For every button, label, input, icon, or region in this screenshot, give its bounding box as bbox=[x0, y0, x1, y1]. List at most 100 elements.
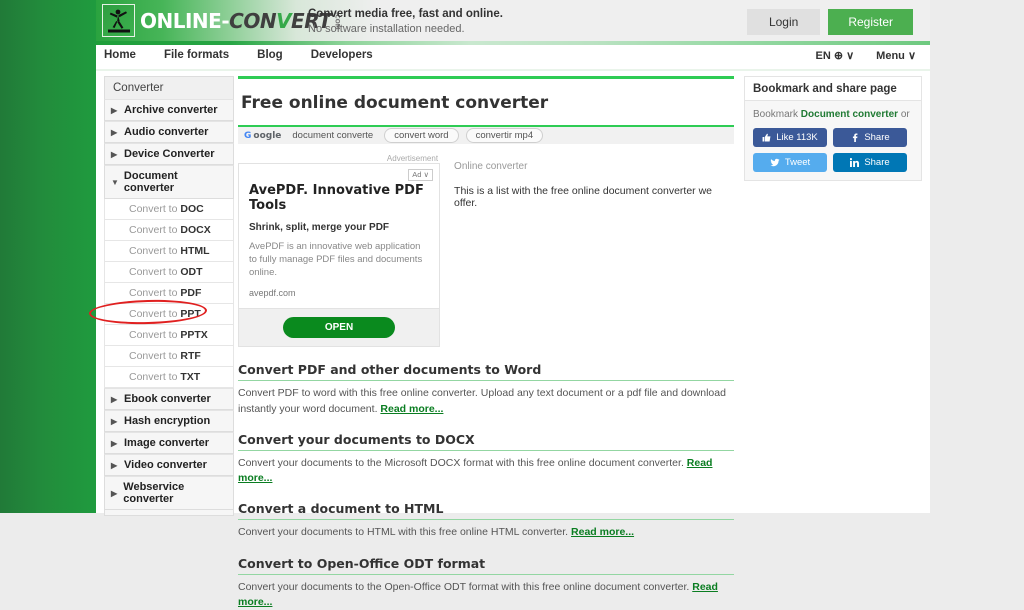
ad-open-button[interactable]: OPEN bbox=[282, 317, 396, 339]
subitem-format: RTF bbox=[180, 350, 201, 362]
section-body: Convert your documents to HTML with this… bbox=[238, 525, 734, 540]
linkedin-in-icon bbox=[850, 158, 860, 167]
facebook-share-button[interactable]: Share bbox=[833, 128, 907, 147]
sidebar-subitem-pptx[interactable]: Convert to PPTX bbox=[104, 325, 234, 346]
bookmark-prefix: Bookmark bbox=[753, 109, 801, 120]
share-buttons-grid: Like 113K Share Tweet Share bbox=[753, 128, 913, 172]
chevron-right-icon: ▶ bbox=[111, 416, 118, 426]
sidebar-subitem-docx[interactable]: Convert to DOCX bbox=[104, 220, 234, 241]
share-button-label: Share bbox=[864, 132, 890, 143]
subitem-format: PPTX bbox=[180, 329, 208, 341]
login-button[interactable]: Login bbox=[746, 9, 821, 35]
language-selector[interactable]: EN ⊕ ∨ bbox=[816, 49, 855, 62]
sidebar-item-label: Image converter bbox=[124, 437, 209, 449]
register-button[interactable]: Register bbox=[828, 9, 913, 35]
sidebar-footer-spacer bbox=[104, 510, 234, 516]
logo-dash: - bbox=[221, 8, 230, 33]
thumbs-up-icon bbox=[762, 133, 771, 142]
nav-item-developers[interactable]: Developers bbox=[311, 49, 373, 61]
right-gutter-background bbox=[930, 0, 1024, 513]
sidebar-item-label: Device Converter bbox=[124, 148, 215, 160]
menu-dropdown[interactable]: Menu ∨ bbox=[876, 49, 916, 62]
share-button-label: Tweet bbox=[784, 157, 811, 168]
sidebar-subitem-doc[interactable]: Convert to DOC bbox=[104, 199, 234, 220]
subitem-prefix: Convert to bbox=[129, 371, 181, 383]
sidebar-item-archive-converter[interactable]: ▶ Archive converter bbox=[104, 99, 234, 121]
ad-title[interactable]: AvePDF. Innovative PDF Tools bbox=[249, 183, 429, 213]
linkedin-share-button[interactable]: Share bbox=[833, 153, 907, 172]
section-body: Convert your documents to the Open-Offic… bbox=[238, 580, 734, 610]
search-pill-convert-word[interactable]: convert word bbox=[384, 128, 459, 143]
section-convert-to-html: Convert a document to HTML Convert your … bbox=[238, 501, 734, 540]
section-body: Convert PDF to word with this free onlin… bbox=[238, 386, 734, 416]
nav-item-home[interactable]: Home bbox=[104, 49, 136, 61]
share-button-label: Like 113K bbox=[776, 132, 818, 143]
section-heading: Convert PDF and other documents to Word bbox=[238, 362, 542, 378]
site-logo[interactable]: ONLINE - CON V ERT .COM bbox=[102, 4, 340, 37]
subitem-prefix: Convert to bbox=[129, 224, 181, 236]
chevron-down-icon: ▼ bbox=[111, 177, 119, 187]
sidebar-item-image-converter[interactable]: ▶ Image converter bbox=[104, 432, 234, 454]
chevron-right-icon: ▶ bbox=[111, 394, 118, 404]
chevron-right-icon: ▶ bbox=[111, 460, 118, 470]
subitem-prefix: Convert to bbox=[129, 287, 181, 299]
logo-v: V bbox=[276, 8, 292, 33]
intro-text-block: Online converter This is a list with the… bbox=[454, 154, 734, 347]
subitem-prefix: Convert to bbox=[129, 308, 181, 320]
section-heading: Convert to Open-Office ODT format bbox=[238, 555, 486, 571]
advertisement-label: Advertisement bbox=[386, 154, 439, 163]
sidebar-item-document-converter[interactable]: ▼ Document converter bbox=[104, 165, 234, 199]
chevron-right-icon: ▶ bbox=[111, 438, 118, 448]
section-divider bbox=[238, 380, 734, 382]
sidebar-subitem-ppt[interactable]: Convert to PPT bbox=[88, 298, 234, 326]
subitem-prefix: Convert to bbox=[129, 266, 181, 278]
nav-item-blog[interactable]: Blog bbox=[257, 49, 283, 61]
bookmark-line: Bookmark Document converter or bbox=[753, 109, 913, 120]
advertisement-card: Advertisement Ad ∨ AvePDF. Innovative PD… bbox=[238, 154, 441, 348]
google-logo-icon: Google bbox=[244, 131, 281, 141]
sidebar-item-label: Video converter bbox=[124, 459, 207, 471]
sidebar-subitem-txt[interactable]: Convert to TXT bbox=[104, 367, 234, 388]
chevron-right-icon: ▶ bbox=[111, 127, 118, 137]
twitter-tweet-button[interactable]: Tweet bbox=[753, 153, 827, 172]
facebook-like-button[interactable]: Like 113K bbox=[753, 128, 827, 147]
section-body-text: Convert PDF to word with this free onlin… bbox=[238, 387, 726, 415]
ad-body-box[interactable]: Ad ∨ AvePDF. Innovative PDF Tools Shrink… bbox=[238, 163, 441, 310]
read-more-link[interactable]: Read more... bbox=[571, 526, 634, 538]
sidebar-subitem-html[interactable]: Convert to HTML bbox=[104, 241, 234, 262]
nav-right-group: EN ⊕ ∨ Menu ∨ bbox=[816, 49, 917, 62]
tagline-secondary: No software installation needed. bbox=[308, 23, 465, 35]
sidebar-item-label: Hash encryption bbox=[124, 415, 211, 427]
page-container: ONLINE - CON V ERT .COM Convert media free, f… bbox=[88, 0, 930, 608]
sidebar-subitem-rtf[interactable]: Convert to RTF bbox=[104, 346, 234, 367]
intro-text: This is a list with the free online docu… bbox=[454, 185, 712, 209]
sidebar-subitem-odt[interactable]: Convert to ODT bbox=[104, 262, 234, 283]
subitem-prefix: Convert to bbox=[129, 203, 181, 215]
sidebar-item-video-converter[interactable]: ▶ Video converter bbox=[104, 454, 234, 476]
logo-online: ONLINE bbox=[140, 8, 222, 33]
search-pill-convertir-mp4[interactable]: convertir mp4 bbox=[465, 128, 544, 143]
read-more-link[interactable]: Read more... bbox=[380, 403, 443, 415]
left-green-background bbox=[0, 0, 96, 513]
section-convert-to-word: Convert PDF and other documents to Word … bbox=[238, 362, 734, 416]
sidebar-item-device-converter[interactable]: ▶ Device Converter bbox=[104, 143, 234, 165]
nav-item-file-formats[interactable]: File formats bbox=[164, 49, 229, 61]
logo-con: CON bbox=[229, 8, 277, 33]
section-body-text: Convert your documents to the Microsoft … bbox=[238, 456, 687, 469]
bookmark-link[interactable]: Document converter bbox=[801, 109, 898, 120]
sidebar-subitem-pdf[interactable]: Convert to PDF bbox=[104, 283, 234, 304]
right-column: Bookmark and share page Bookmark Documen… bbox=[744, 76, 922, 181]
google-search-suggestions-bar: Google document converte convert word co… bbox=[238, 127, 734, 144]
ad-choices-badge[interactable]: Ad ∨ bbox=[408, 169, 434, 181]
sidebar-item-hash-encryption[interactable]: ▶ Hash encryption bbox=[104, 410, 234, 432]
ad-url[interactable]: avepdf.com bbox=[249, 288, 429, 298]
sidebar-item-audio-converter[interactable]: ▶ Audio converter bbox=[104, 121, 234, 143]
search-pill-document-converter[interactable]: document converte bbox=[288, 129, 377, 142]
section-divider bbox=[238, 573, 734, 575]
sidebar-item-webservice-converter[interactable]: ▶ Webservice converter bbox=[104, 476, 234, 510]
section-heading: Convert a document to HTML bbox=[238, 501, 444, 517]
runner-logo-icon bbox=[102, 4, 135, 37]
sidebar-item-ebook-converter[interactable]: ▶ Ebook converter bbox=[104, 388, 234, 410]
subitem-format: DOCX bbox=[180, 224, 211, 236]
ad-description: AvePDF is an innovative web application … bbox=[249, 241, 423, 278]
